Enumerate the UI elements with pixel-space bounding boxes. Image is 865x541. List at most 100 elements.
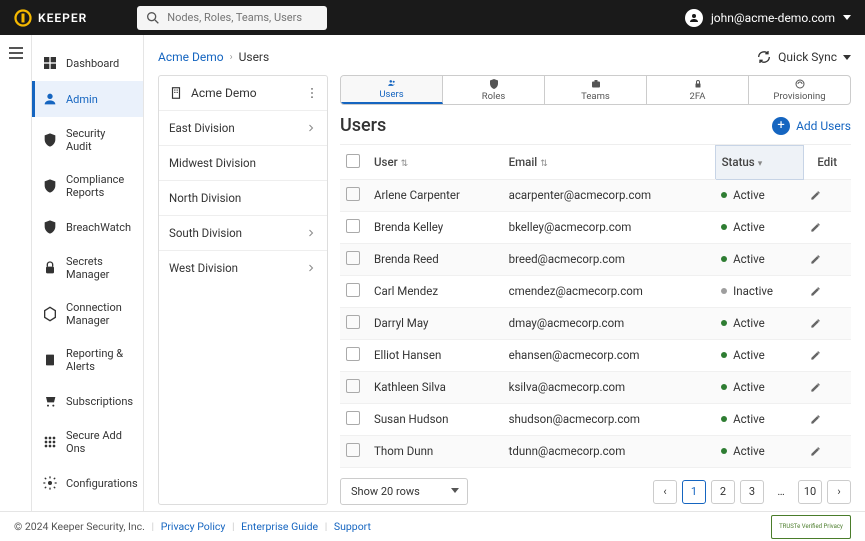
hamburger-menu-icon[interactable] <box>9 47 23 59</box>
col-user[interactable]: User⇅ <box>368 146 503 180</box>
edit-icon[interactable] <box>809 316 823 330</box>
nav-subscriptions[interactable]: Subscriptions <box>32 383 143 419</box>
users-table-scroll[interactable]: User⇅ Email⇅ Status▾ Edit Arlene Carpent… <box>340 144 851 470</box>
page-10[interactable]: 10 <box>798 480 822 504</box>
page-3[interactable]: 3 <box>740 480 764 504</box>
global-search[interactable] <box>137 6 327 30</box>
nav-compliance[interactable]: Compliance Reports <box>32 163 143 209</box>
cell-status: Active <box>715 403 803 435</box>
nav-addons[interactable]: Secure Add Ons <box>32 419 143 465</box>
account-menu[interactable]: john@acme-demo.com <box>685 9 851 27</box>
page-footer: © 2024 Keeper Security, Inc. | Privacy P… <box>0 511 865 541</box>
rows-per-page-select[interactable]: Show 20 rows <box>340 478 468 505</box>
table-row[interactable]: Susan Hudson shudson@acmecorp.com Active <box>340 403 851 435</box>
quick-sync-label: Quick Sync <box>778 50 837 64</box>
col-status[interactable]: Status▾ <box>715 146 803 180</box>
row-checkbox[interactable] <box>346 187 360 201</box>
table-row[interactable]: Darryl May dmay@acmecorp.com Active <box>340 307 851 339</box>
edit-icon[interactable] <box>809 284 823 298</box>
row-checkbox[interactable] <box>346 283 360 297</box>
nav-config[interactable]: Configurations <box>32 465 143 501</box>
nav-admin[interactable]: Admin <box>32 81 143 117</box>
tab-bar: Users Roles Teams 2FA Provisioning <box>340 75 851 105</box>
node-item[interactable]: Midwest Division <box>159 146 327 181</box>
node-tree-header[interactable]: Acme Demo <box>159 76 327 111</box>
gear-icon <box>42 475 58 491</box>
edit-icon[interactable] <box>809 380 823 394</box>
nav-label: Compliance Reports <box>66 173 133 199</box>
node-item[interactable]: West Division <box>159 251 327 285</box>
edit-icon[interactable] <box>809 252 823 266</box>
cell-status: Inactive <box>715 275 803 307</box>
nav-label: Security Audit <box>66 127 133 153</box>
table-row[interactable]: Thom Dunn tdunn@acmecorp.com Active <box>340 435 851 467</box>
edit-icon[interactable] <box>809 220 823 234</box>
page-next[interactable]: › <box>827 480 851 504</box>
node-item-label: North Division <box>169 191 241 205</box>
nav-reporting[interactable]: Reporting & Alerts <box>32 337 143 383</box>
table-row[interactable]: Carl Mendez cmendez@acmecorp.com Inactiv… <box>340 275 851 307</box>
edit-icon[interactable] <box>809 348 823 362</box>
nav-dashboard[interactable]: Dashboard <box>32 45 143 81</box>
tab-roles[interactable]: Roles <box>443 76 545 104</box>
table-row[interactable]: Brenda Reed breed@acmecorp.com Active <box>340 243 851 275</box>
account-email: john@acme-demo.com <box>711 11 835 25</box>
chevron-right-icon <box>305 122 317 134</box>
edit-icon[interactable] <box>809 444 823 458</box>
truste-badge[interactable]: TRUSTe Verified Privacy <box>771 515 851 539</box>
chevron-right-icon <box>305 227 317 239</box>
row-checkbox[interactable] <box>346 411 360 425</box>
add-users-label: Add Users <box>796 119 851 133</box>
table-row[interactable]: Brenda Kelley bkelley@acmecorp.com Activ… <box>340 211 851 243</box>
node-item[interactable]: North Division <box>159 181 327 216</box>
cell-status: Active <box>715 435 803 467</box>
tab-users[interactable]: Users <box>341 76 443 104</box>
footer-support-link[interactable]: Support <box>334 520 371 533</box>
nav-label: Admin <box>66 93 98 106</box>
cell-user: Darryl May <box>368 307 503 339</box>
node-item[interactable]: East Division <box>159 111 327 146</box>
cell-email: shudson@acmecorp.com <box>503 403 715 435</box>
breadcrumb-root[interactable]: Acme Demo <box>158 50 224 64</box>
footer-enterprise-link[interactable]: Enterprise Guide <box>241 520 318 533</box>
tab-teams[interactable]: Teams <box>545 76 647 104</box>
node-item-label: East Division <box>169 121 235 135</box>
node-item[interactable]: South Division <box>159 216 327 251</box>
cell-status: Active <box>715 211 803 243</box>
row-checkbox[interactable] <box>346 219 360 233</box>
tab-provisioning[interactable]: Provisioning <box>749 76 850 104</box>
eye-shield-icon <box>42 219 58 235</box>
col-email[interactable]: Email⇅ <box>503 146 715 180</box>
page-1[interactable]: 1 <box>682 480 706 504</box>
page-2[interactable]: 2 <box>711 480 735 504</box>
nav-secrets[interactable]: Secrets Manager <box>32 245 143 291</box>
row-checkbox[interactable] <box>346 251 360 265</box>
tab-2fa[interactable]: 2FA <box>647 76 749 104</box>
row-checkbox[interactable] <box>346 443 360 457</box>
row-checkbox[interactable] <box>346 379 360 393</box>
page-prev[interactable]: ‹ <box>653 480 677 504</box>
nav-label: Secrets Manager <box>66 255 133 281</box>
hex-icon <box>42 306 58 322</box>
nav-breachwatch[interactable]: BreachWatch <box>32 209 143 245</box>
cell-email: ksilva@acmecorp.com <box>503 371 715 403</box>
status-dot-icon <box>721 224 727 230</box>
search-input[interactable] <box>137 6 327 30</box>
quick-sync-button[interactable]: Quick Sync <box>756 49 851 65</box>
row-checkbox[interactable] <box>346 315 360 329</box>
table-row[interactable]: Kathleen Silva ksilva@acmecorp.com Activ… <box>340 371 851 403</box>
more-vert-icon[interactable] <box>305 86 319 100</box>
nav-security-audit[interactable]: Security Audit <box>32 117 143 163</box>
table-row[interactable]: Elliot Hansen ehansen@acmecorp.com Activ… <box>340 339 851 371</box>
edit-icon[interactable] <box>809 188 823 202</box>
add-users-button[interactable]: + Add Users <box>772 117 851 135</box>
node-item-label: West Division <box>169 261 238 275</box>
select-all-checkbox[interactable] <box>346 154 360 168</box>
row-checkbox[interactable] <box>346 347 360 361</box>
footer-privacy-link[interactable]: Privacy Policy <box>161 520 226 533</box>
table-row[interactable]: Arlene Carpenter acarpenter@acmecorp.com… <box>340 179 851 211</box>
nav-connection[interactable]: Connection Manager <box>32 291 143 337</box>
status-dot-icon <box>721 288 727 294</box>
edit-icon[interactable] <box>809 412 823 426</box>
users-table: User⇅ Email⇅ Status▾ Edit Arlene Carpent… <box>340 145 851 470</box>
